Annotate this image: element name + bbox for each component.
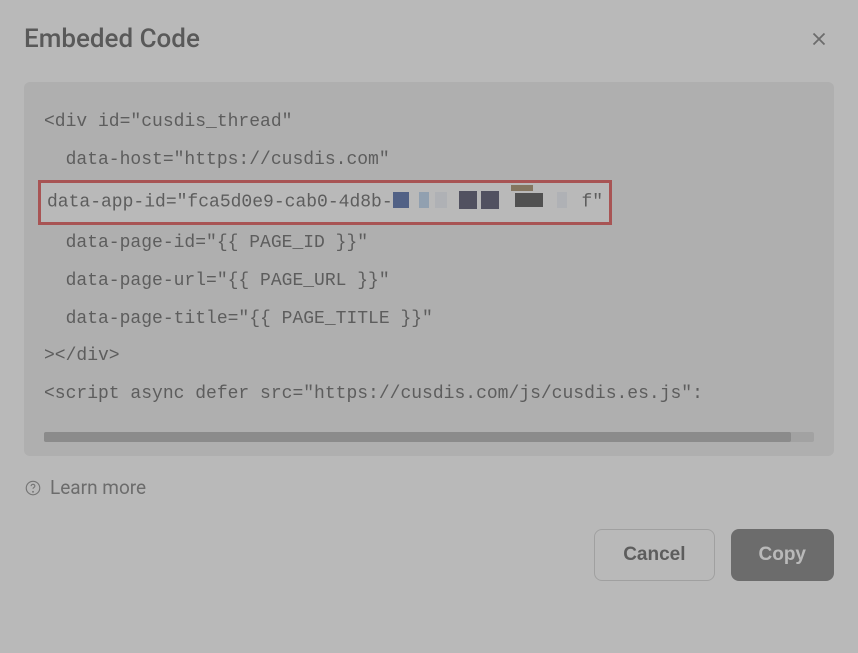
dialog-header: Embeded Code	[24, 24, 834, 54]
close-button[interactable]	[804, 24, 834, 54]
embed-code-dialog: Embeded Code <div id="cusdis_thread" dat…	[0, 0, 858, 653]
redacted-segment	[393, 183, 571, 221]
dialog-title: Embeded Code	[24, 24, 200, 54]
code-line-4: data-page-id="{{ PAGE_ID }}"	[44, 233, 368, 253]
code-app-id-prefix: data-app-id="fca5d0e9-cab0-4d8b-	[47, 192, 393, 212]
close-icon	[808, 28, 830, 50]
code-line-1: <div id="cusdis_thread"	[44, 112, 292, 132]
help-icon	[24, 479, 42, 497]
code-line-highlighted: data-app-id="fca5d0e9-cab0-4d8b- f"	[38, 180, 612, 225]
learn-more-link[interactable]: Learn more	[24, 476, 146, 499]
horizontal-scrollbar[interactable]	[44, 432, 814, 442]
learn-more-label: Learn more	[50, 476, 146, 499]
cancel-button[interactable]: Cancel	[594, 529, 714, 581]
code-content: <div id="cusdis_thread" data-host="https…	[44, 104, 834, 414]
code-line-7: ></div>	[44, 346, 120, 366]
dialog-footer: Cancel Copy	[24, 529, 834, 581]
code-line-2: data-host="https://cusdis.com"	[44, 150, 390, 170]
code-line-8: <script async defer src="https://cusdis.…	[44, 384, 703, 404]
code-app-id-suffix: f"	[581, 192, 603, 212]
code-line-6: data-page-title="{{ PAGE_TITLE }}"	[44, 309, 433, 329]
code-line-5: data-page-url="{{ PAGE_URL }}"	[44, 271, 390, 291]
copy-button[interactable]: Copy	[731, 529, 835, 581]
scrollbar-thumb[interactable]	[44, 432, 791, 442]
code-block[interactable]: <div id="cusdis_thread" data-host="https…	[24, 82, 834, 456]
